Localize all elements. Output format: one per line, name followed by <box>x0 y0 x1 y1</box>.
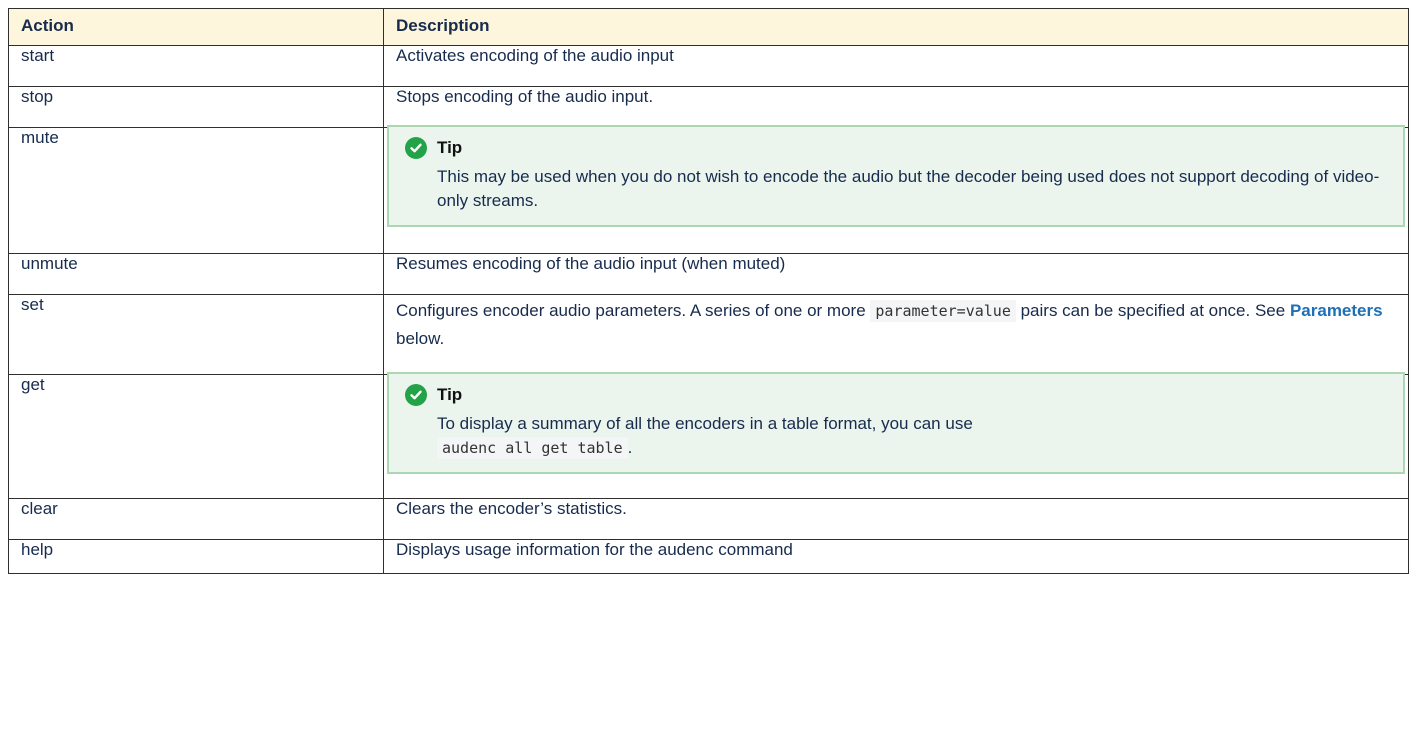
description-cell: Tip To display a summary of all the enco… <box>383 372 1409 499</box>
action-cell: get <box>8 374 384 499</box>
table-row: clear Clears the encoder’s statistics. <box>8 498 1409 540</box>
parameters-link[interactable]: Parameters <box>1290 301 1383 320</box>
table-row: unmute Resumes encoding of the audio inp… <box>8 253 1409 295</box>
table-row: set Configures encoder audio parameters.… <box>8 294 1409 375</box>
check-circle-icon <box>405 137 427 159</box>
header-row: Action Description <box>8 8 1409 46</box>
description-cell: Clears the encoder’s statistics. <box>383 498 1409 540</box>
header-action: Action <box>8 8 384 46</box>
description-text: pairs can be specified at once. See <box>1020 301 1286 320</box>
action-cell: mute <box>8 127 384 254</box>
description-text: Configures encoder audio parameters. A s… <box>396 301 866 320</box>
description-cell: Tip This may be used when you do not wis… <box>383 125 1409 254</box>
action-cell: set <box>8 294 384 375</box>
table-row: mute Tip This may be used when you do no… <box>8 125 1409 254</box>
action-cell: stop <box>8 86 384 128</box>
header-description: Description <box>383 8 1409 46</box>
description-cell: Activates encoding of the audio input <box>383 45 1409 87</box>
action-cell: help <box>8 539 384 574</box>
tip-text-end: . <box>627 438 633 457</box>
tip-panel: Tip This may be used when you do not wis… <box>387 125 1405 227</box>
description-cell: Stops encoding of the audio input. <box>383 86 1409 128</box>
table-row: start Activates encoding of the audio in… <box>8 45 1409 87</box>
description-text: below. <box>396 329 445 348</box>
tip-text: To display a summary of all the encoders… <box>437 412 1389 460</box>
action-cell: start <box>8 45 384 87</box>
actions-table: Action Description start Activates encod… <box>8 8 1409 574</box>
table-row: help Displays usage information for the … <box>8 539 1409 574</box>
tip-title: Tip <box>437 385 463 404</box>
description-cell: Resumes encoding of the audio input (whe… <box>383 253 1409 295</box>
table-row: get Tip To display a summary of all the … <box>8 372 1409 499</box>
description-cell: Displays usage information for the auden… <box>383 539 1409 574</box>
description-cell: Configures encoder audio parameters. A s… <box>383 294 1409 375</box>
action-cell: unmute <box>8 253 384 295</box>
tip-text-part: To display a summary of all the encoders… <box>437 414 973 433</box>
inline-code: audenc all get table <box>437 437 628 459</box>
tip-text: This may be used when you do not wish to… <box>437 167 1380 210</box>
inline-code: parameter=value <box>870 300 1016 322</box>
tip-panel: Tip To display a summary of all the enco… <box>387 372 1405 474</box>
table-row: stop Stops encoding of the audio input. <box>8 86 1409 128</box>
tip-title: Tip <box>437 138 463 157</box>
action-cell: clear <box>8 498 384 540</box>
check-circle-icon <box>405 384 427 406</box>
